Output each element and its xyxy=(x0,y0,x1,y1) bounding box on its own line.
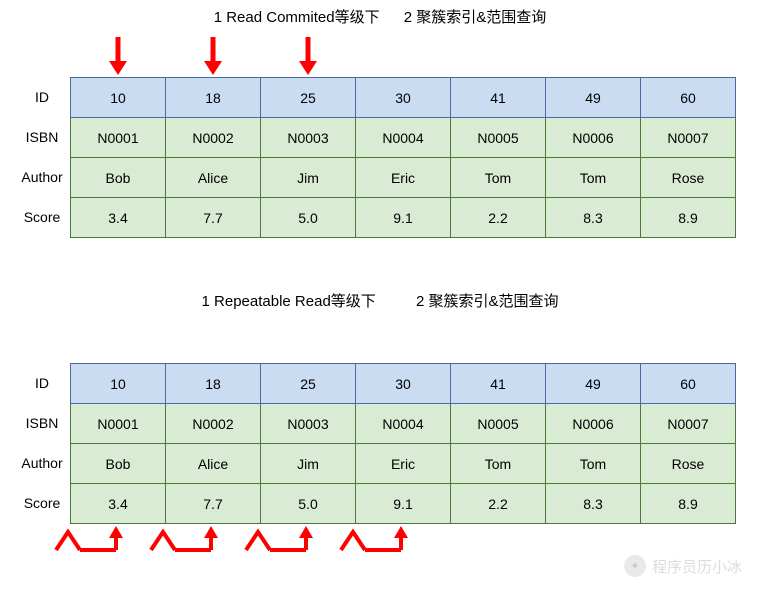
cell: 60 xyxy=(641,364,736,404)
cell: Tom xyxy=(546,158,641,198)
cell: N0003 xyxy=(261,404,356,444)
cell: 60 xyxy=(641,78,736,118)
watermark: ✦ 程序员历小冰 xyxy=(624,555,742,577)
cell: N0003 xyxy=(261,118,356,158)
table1: ID ISBN Author Score 10182530414960 N000… xyxy=(14,77,760,238)
row-label-author: Author xyxy=(14,157,70,197)
cell: Alice xyxy=(166,158,261,198)
cell: 30 xyxy=(356,364,451,404)
cell: N0005 xyxy=(451,118,546,158)
cell: Rose xyxy=(641,158,736,198)
table2-grid: 10182530414960 N0001N0002N0003N0004N0005… xyxy=(70,363,736,524)
gap-lock-arrow-icon xyxy=(50,526,140,563)
cell: N0004 xyxy=(356,404,451,444)
row-label-isbn: ISBN xyxy=(14,403,70,443)
cell: 7.7 xyxy=(166,484,261,524)
table2-row-author: BobAliceJimEricTomTomRose xyxy=(71,444,736,484)
section2-title-b: 2 聚簇索引&范围查询 xyxy=(416,293,559,310)
wechat-icon: ✦ xyxy=(624,555,646,577)
row-label-id: ID xyxy=(14,363,70,403)
cell: Alice xyxy=(166,444,261,484)
cell: 8.3 xyxy=(546,198,641,238)
cell: 9.1 xyxy=(356,198,451,238)
table2: ID ISBN Author Score 10182530414960 N000… xyxy=(14,363,760,524)
cell: Rose xyxy=(641,444,736,484)
table1-grid: 10182530414960 N0001N0002N0003N0004N0005… xyxy=(70,77,736,238)
watermark-text: 程序员历小冰 xyxy=(652,556,742,577)
table1-row-labels: ID ISBN Author Score xyxy=(14,77,70,238)
cell: 3.4 xyxy=(71,484,166,524)
cell: 41 xyxy=(451,364,546,404)
cell: N0006 xyxy=(546,118,641,158)
cell: 18 xyxy=(166,364,261,404)
section-read-committed: 1 Read Commited等级下 2 聚簇索引&范围查询 ID ISBN A… xyxy=(0,0,760,238)
cell: 9.1 xyxy=(356,484,451,524)
section2-title: 1 Repeatable Read等级下 2 聚簇索引&范围查询 xyxy=(0,284,760,317)
cell: Jim xyxy=(261,444,356,484)
table1-row-score: 3.47.75.09.12.28.38.9 xyxy=(71,198,736,238)
section2-title-a: 1 Repeatable Read等级下 xyxy=(202,293,376,310)
cell: 3.4 xyxy=(71,198,166,238)
cell: N0004 xyxy=(356,118,451,158)
cell: Tom xyxy=(451,158,546,198)
table1-row-author: BobAliceJimEricTomTomRose xyxy=(71,158,736,198)
table2-row-labels: ID ISBN Author Score xyxy=(14,363,70,524)
cell: 10 xyxy=(71,78,166,118)
row-label-id: ID xyxy=(14,77,70,117)
cell: 8.3 xyxy=(546,484,641,524)
arrow-down-icon xyxy=(260,35,355,75)
cell: 5.0 xyxy=(261,484,356,524)
cell: Bob xyxy=(71,444,166,484)
table2-row-isbn: N0001N0002N0003N0004N0005N0006N0007 xyxy=(71,404,736,444)
cell: Jim xyxy=(261,158,356,198)
arrow-down-icon xyxy=(70,35,165,75)
gap-lock-arrow-icon xyxy=(335,526,425,563)
cell: 18 xyxy=(166,78,261,118)
cell: Eric xyxy=(356,444,451,484)
cell: 25 xyxy=(261,78,356,118)
cell: N0006 xyxy=(546,404,641,444)
record-lock-arrows xyxy=(70,33,760,77)
table2-row-id: 10182530414960 xyxy=(71,364,736,404)
arrow-down-icon xyxy=(165,35,260,75)
cell: N0001 xyxy=(71,404,166,444)
row-label-author: Author xyxy=(14,443,70,483)
cell: N0001 xyxy=(71,118,166,158)
cell: 2.2 xyxy=(451,484,546,524)
section-repeatable-read: 1 Repeatable Read等级下 2 聚簇索引&范围查询 ID ISBN… xyxy=(0,284,760,566)
gap-lock-arrow-icon xyxy=(240,526,330,563)
cell: 30 xyxy=(356,78,451,118)
cell: 8.9 xyxy=(641,198,736,238)
cell: 41 xyxy=(451,78,546,118)
cell: N0007 xyxy=(641,118,736,158)
cell: Bob xyxy=(71,158,166,198)
cell: 49 xyxy=(546,364,641,404)
row-label-score: Score xyxy=(14,197,70,237)
cell: 49 xyxy=(546,78,641,118)
gap-lock-arrow-icon xyxy=(145,526,235,563)
cell: N0002 xyxy=(166,118,261,158)
cell: 25 xyxy=(261,364,356,404)
cell: 7.7 xyxy=(166,198,261,238)
cell: 10 xyxy=(71,364,166,404)
cell: Tom xyxy=(546,444,641,484)
row-label-score: Score xyxy=(14,483,70,523)
cell: 5.0 xyxy=(261,198,356,238)
row-label-isbn: ISBN xyxy=(14,117,70,157)
table1-row-isbn: N0001N0002N0003N0004N0005N0006N0007 xyxy=(71,118,736,158)
cell: N0002 xyxy=(166,404,261,444)
section1-title: 1 Read Commited等级下 2 聚簇索引&范围查询 xyxy=(0,0,760,33)
cell: N0007 xyxy=(641,404,736,444)
section1-title-a: 1 Read Commited等级下 xyxy=(214,9,380,26)
cell: 2.2 xyxy=(451,198,546,238)
cell: Tom xyxy=(451,444,546,484)
cell: Eric xyxy=(356,158,451,198)
cell: 8.9 xyxy=(641,484,736,524)
table1-row-id: 10182530414960 xyxy=(71,78,736,118)
cell: N0005 xyxy=(451,404,546,444)
table2-row-score: 3.47.75.09.12.28.38.9 xyxy=(71,484,736,524)
section1-title-b: 2 聚簇索引&范围查询 xyxy=(404,9,547,26)
